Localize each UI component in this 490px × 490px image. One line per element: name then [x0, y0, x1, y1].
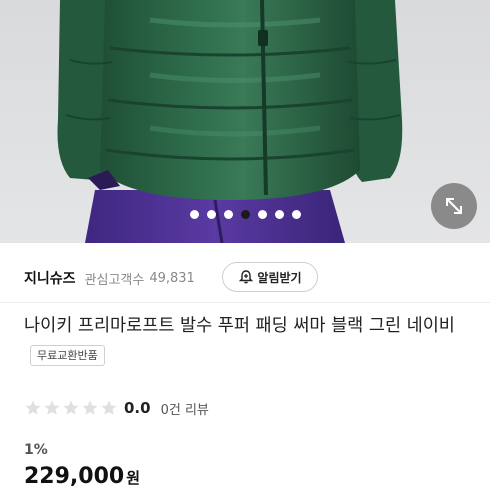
seller-info: 지니슈즈 관심고객수 49,831 — [24, 266, 195, 290]
rating-score: 0.0 — [124, 399, 151, 417]
star-empty-icon — [25, 400, 41, 415]
star-empty-icon — [44, 400, 60, 415]
product-image-carousel[interactable] — [0, 0, 490, 243]
expand-image-button[interactable] — [431, 183, 477, 229]
price-row: 229,000 원 — [24, 464, 140, 489]
carousel-dot[interactable] — [291, 210, 301, 219]
product-title: 나이키 프리마로프트 발수 푸퍼 패딩 써마 블랙 그린 네이비 — [24, 316, 455, 336]
carousel-dot[interactable] — [257, 210, 267, 219]
star-rating — [24, 399, 118, 417]
carousel-dot[interactable] — [274, 210, 284, 219]
section-divider — [0, 302, 490, 303]
alert-subscribe-label: 알림받기 — [257, 270, 302, 285]
product-title-block: 나이키 프리마로프트 발수 푸퍼 패딩 써마 블랙 그린 네이비무료교환반품 — [24, 312, 474, 370]
bell-plus-icon — [239, 270, 254, 284]
alert-subscribe-button[interactable]: 알림받기 — [222, 262, 318, 292]
carousel-dot[interactable] — [223, 210, 233, 219]
carousel-dot[interactable] — [206, 210, 216, 219]
star-empty-icon — [82, 400, 98, 415]
price-amount: 229,000 — [24, 464, 125, 489]
carousel-dot-active[interactable] — [240, 210, 250, 219]
product-photo — [0, 0, 490, 243]
expand-diagonal-icon — [446, 198, 462, 214]
carousel-indicator — [0, 210, 490, 224]
price-currency: 원 — [126, 469, 141, 487]
interest-label: 관심고객수 — [84, 272, 145, 288]
rating-row[interactable]: 0.0 0건 리뷰 — [24, 396, 209, 420]
interest-count: 49,831 — [149, 270, 195, 286]
review-count-link[interactable]: 0건 리뷰 — [161, 399, 209, 418]
shop-name-link[interactable]: 지니슈즈 — [24, 268, 76, 288]
discount-rate: 1% — [24, 442, 48, 458]
carousel-dot[interactable] — [189, 210, 199, 219]
star-empty-icon — [101, 400, 117, 415]
star-empty-icon — [63, 400, 79, 415]
free-return-badge: 무료교환반품 — [30, 344, 105, 366]
